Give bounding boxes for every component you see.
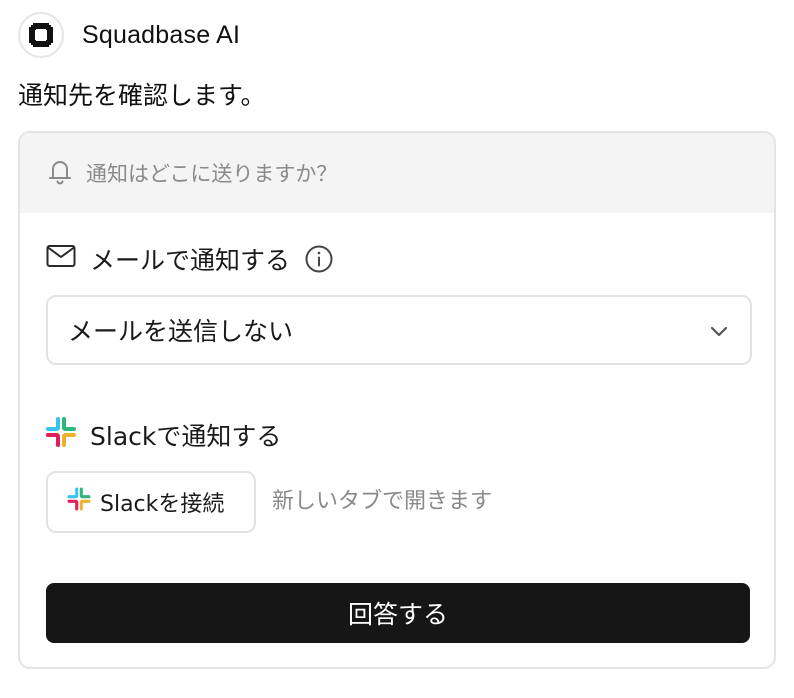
submit-answer-button[interactable]: 回答する xyxy=(46,583,750,643)
email-select[interactable]: メールを送信しない xyxy=(46,295,752,365)
notification-form-card: 通知はどこに送りますか？ メールで通知する メールを送信しない Slackで通知… xyxy=(18,131,776,669)
chevron-down-icon xyxy=(708,319,730,348)
question-text: 通知はどこに送りますか？ xyxy=(86,162,338,186)
new-tab-hint: 新しいタブで開きます xyxy=(272,489,493,514)
app-name: Squadbase AI xyxy=(82,20,241,49)
slack-icon xyxy=(66,486,92,518)
email-section-label: メールで通知する xyxy=(90,246,291,275)
slack-section-title: Slackで通知する xyxy=(44,415,281,455)
slack-icon xyxy=(44,415,78,455)
bell-icon xyxy=(46,156,74,190)
assistant-message: 通知先を確認します。 xyxy=(18,81,266,110)
info-icon[interactable] xyxy=(304,244,334,274)
mail-icon xyxy=(46,244,76,274)
submit-answer-label: 回答する xyxy=(347,600,448,629)
assistant-header: Squadbase AI xyxy=(18,12,240,58)
email-section-title: メールで通知する xyxy=(46,239,334,279)
chat-root: Squadbase AI 通知先を確認します。 通知はどこに送りますか？ メール… xyxy=(0,0,794,698)
email-select-value: メールを送信しない xyxy=(68,317,294,346)
connect-slack-label: Slackを接続 xyxy=(100,492,225,517)
squadbase-logo-icon xyxy=(18,12,64,58)
connect-slack-button[interactable]: Slackを接続 xyxy=(46,471,256,533)
slack-section-label: Slackで通知する xyxy=(90,422,282,451)
question-header: 通知はどこに送りますか？ xyxy=(20,133,774,213)
